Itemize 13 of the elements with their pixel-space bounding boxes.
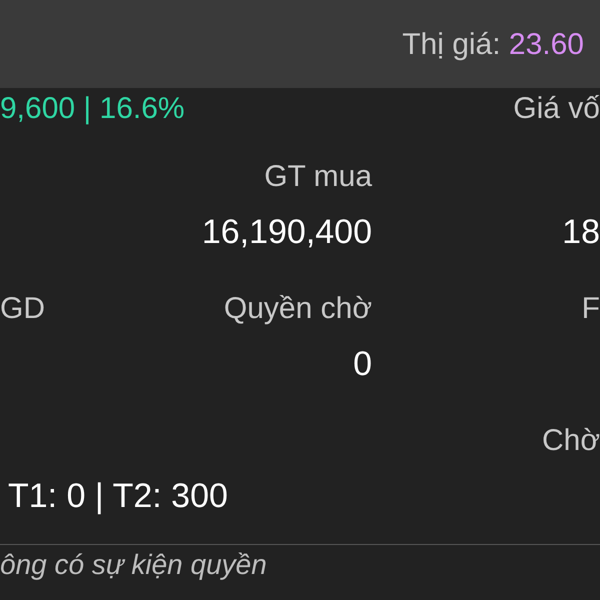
field-label: GT mua — [264, 158, 372, 194]
field-label: Chờ — [542, 422, 600, 458]
field-label: GD — [0, 290, 45, 326]
cost-price-label: Giá vố — [513, 90, 600, 126]
field-label: Quyền chờ — [224, 290, 372, 326]
field-value: 16,190,400 — [202, 212, 372, 252]
field-label: F — [582, 290, 600, 326]
field-value: T1: 0 | T2: 300 — [7, 476, 228, 516]
field-value: 18 — [562, 212, 600, 252]
rights-note: ông có sự kiện quyền — [0, 548, 267, 582]
price-change: 9,600 | 16.6% — [0, 90, 185, 126]
market-price: Thị giá: 23.60 — [402, 26, 584, 62]
field-value: 0 — [353, 344, 372, 384]
